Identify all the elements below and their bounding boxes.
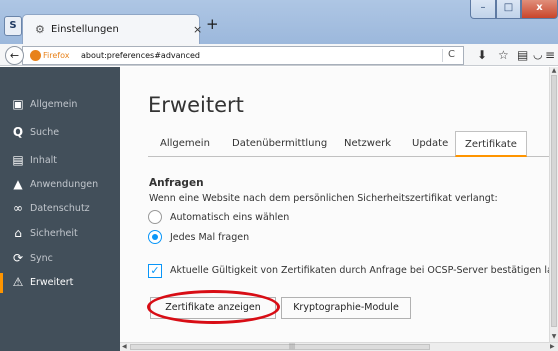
sidebar-item-label: Sicherheit xyxy=(30,228,78,239)
tab-update[interactable]: Update xyxy=(412,138,448,149)
url-separator xyxy=(442,49,443,62)
tab-allgemein[interactable]: Allgemein xyxy=(160,138,210,149)
tab-title: Einstellungen xyxy=(51,24,119,35)
identity-label: Firefox xyxy=(43,51,70,60)
sidebar-item-sicherheit[interactable]: ⌂ Sicherheit xyxy=(0,220,120,248)
firefox-identity-icon xyxy=(30,50,41,61)
vertical-scroll-thumb[interactable] xyxy=(551,75,557,327)
sidebar-item-datenschutz[interactable]: ∞ Datenschutz xyxy=(0,195,120,223)
sidebar-item-label: Erweitert xyxy=(30,277,74,288)
sidebar-item-label: Sync xyxy=(30,253,53,264)
radio-auto-select[interactable] xyxy=(148,210,162,224)
vertical-scrollbar[interactable]: ▲ ▼ xyxy=(549,67,558,342)
sidebar-item-label: Anwendungen xyxy=(30,179,99,190)
radio-ask-every-time[interactable] xyxy=(148,230,162,244)
radio-auto-select-label[interactable]: Automatisch eins wählen xyxy=(170,212,289,223)
sidebar-item-allgemein[interactable]: ▣ Allgemein xyxy=(0,91,120,119)
advanced-tabs: Allgemein Datenübermittlung Netzwerk Upd… xyxy=(148,131,549,157)
browser-tab-einstellungen[interactable]: ⚙ Einstellungen × xyxy=(22,14,202,44)
sidebar-item-suche[interactable]: Q Suche xyxy=(0,119,120,147)
page-title: Erweitert xyxy=(148,93,244,117)
close-window-button[interactable]: x xyxy=(521,0,558,19)
section-heading: Anfragen xyxy=(149,177,204,189)
sidebar-item-label: Inhalt xyxy=(30,155,58,166)
general-icon: ▣ xyxy=(12,97,24,111)
menu-icon[interactable]: ≡ xyxy=(545,48,555,62)
tab-netzwerk[interactable]: Netzwerk xyxy=(344,138,391,149)
pocket-icon[interactable]: ◡ xyxy=(533,48,543,61)
radio-ask-every-time-label[interactable]: Jedes Mal fragen xyxy=(170,232,249,243)
sync-icon: ⟳ xyxy=(12,251,24,265)
tab-zertifikate[interactable]: Zertifikate xyxy=(455,131,527,157)
highlight-ellipse xyxy=(147,290,280,324)
security-lock-icon: ⌂ xyxy=(14,226,22,240)
sidebar-item-label: Datenschutz xyxy=(30,203,90,214)
bookmark-star-icon[interactable]: ☆ xyxy=(498,48,509,62)
url-bar[interactable]: Firefox about:preferences#advanced C xyxy=(22,46,464,65)
gear-icon: ⚙ xyxy=(35,23,45,36)
download-icon[interactable]: ⬇ xyxy=(477,48,487,62)
horizontal-scroll-thumb[interactable]: ||| xyxy=(130,343,430,350)
sidebar-item-label: Suche xyxy=(30,127,60,138)
tab-close-button[interactable]: × xyxy=(193,23,202,36)
new-tab-button[interactable]: + xyxy=(206,15,219,33)
security-devices-button[interactable]: Kryptographie-Module xyxy=(281,297,411,319)
preferences-sidebar: ▣ Allgemein Q Suche ▤ Inhalt ▲ Anwendung… xyxy=(0,67,120,351)
scroll-down-icon[interactable]: ▼ xyxy=(550,333,558,340)
scroll-left-icon[interactable]: ◀ xyxy=(122,343,127,350)
url-text[interactable]: about:preferences#advanced xyxy=(81,51,200,60)
sidebar-item-label: Allgemein xyxy=(30,99,78,110)
bookmarks-library-icon[interactable]: ▤ xyxy=(517,48,528,62)
content-icon: ▤ xyxy=(12,153,24,167)
search-icon: Q xyxy=(12,125,24,139)
maximize-button[interactable]: □ xyxy=(496,0,521,19)
scroll-up-icon[interactable]: ▲ xyxy=(550,67,558,74)
ocsp-checkbox-label[interactable]: Aktuelle Gültigkeit von Zertifikaten dur… xyxy=(170,265,549,276)
tab-datenuebermittlung[interactable]: Datenübermittlung xyxy=(232,138,327,149)
section-description: Wenn eine Website nach dem persönlichen … xyxy=(149,193,498,204)
minimize-button[interactable]: – xyxy=(470,0,496,19)
horizontal-scrollbar[interactable]: ◀ ||| ▶ xyxy=(120,342,558,351)
grip-icon: ||| xyxy=(289,343,296,350)
privacy-mask-icon: ∞ xyxy=(13,201,23,215)
app-badge: S xyxy=(4,16,22,36)
ocsp-checkbox[interactable]: ✓ xyxy=(148,264,162,278)
active-indicator xyxy=(0,273,3,293)
applications-icon: ▲ xyxy=(13,177,23,191)
advanced-icon: ⚠ xyxy=(12,275,24,289)
sidebar-item-erweitert[interactable]: ⚠ Erweitert xyxy=(0,269,120,297)
scroll-right-icon[interactable]: ▶ xyxy=(550,343,555,350)
back-button[interactable]: ← xyxy=(5,46,24,65)
reload-icon[interactable]: C xyxy=(448,49,455,60)
